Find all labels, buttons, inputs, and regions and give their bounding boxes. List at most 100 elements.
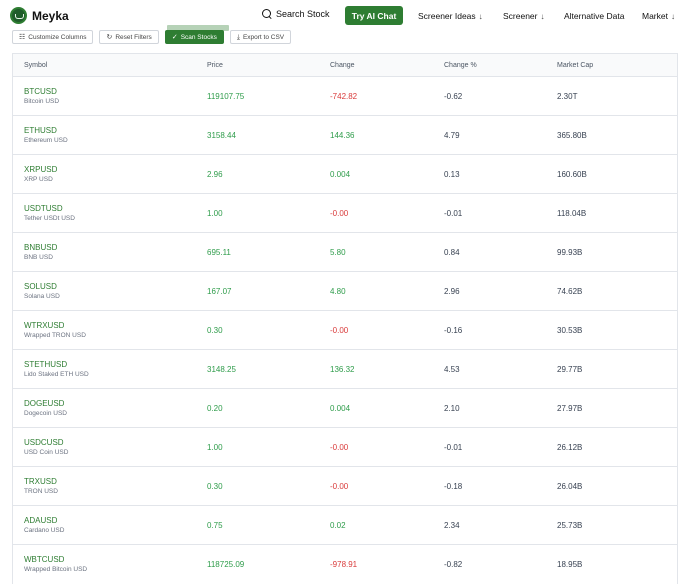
symbol-link[interactable]: ADAUSD: [24, 516, 207, 526]
change-cell: 0.004: [330, 403, 351, 413]
asset-name: USD Coin USD: [24, 448, 69, 456]
alternative-data-label: Alternative Data: [564, 11, 625, 21]
symbol-cell: XRPUSD XRP USD: [13, 165, 207, 184]
nav-screener-ideas[interactable]: Screener Ideas ↓: [418, 11, 483, 21]
asset-name: Solana USD: [24, 292, 60, 300]
scan-stocks-label: Scan Stocks: [180, 33, 217, 41]
symbol-link[interactable]: STETHUSD: [24, 360, 207, 370]
market-cap-cell: 99.93B: [557, 247, 583, 257]
search-stock-label: Search Stock: [276, 9, 330, 19]
asset-name: XRP USD: [24, 175, 53, 183]
scan-stocks-button[interactable]: ✓ Scan Stocks: [164, 30, 224, 44]
table-row[interactable]: TRXUSD TRON USD 0.30 -0.00 -0.18 26.04B: [13, 467, 677, 506]
export-csv-label: Export to CSV: [242, 33, 285, 41]
price-cell: 119107.75: [207, 91, 245, 101]
symbol-cell: USDTUSD Tether USDt USD: [13, 204, 207, 223]
price-cell: 2.96: [207, 169, 223, 179]
market-cap-cell: 26.04B: [557, 481, 583, 491]
table-row[interactable]: ADAUSD Cardano USD 0.75 0.02 2.34 25.73B: [13, 506, 677, 545]
scan-stocks-highlight: [166, 25, 229, 31]
price-cell: 1.00: [207, 208, 223, 218]
change-cell: 5.80: [330, 247, 346, 257]
table-row[interactable]: SOLUSD Solana USD 167.07 4.80 2.96 74.62B: [13, 272, 677, 311]
change-pct-cell: 4.53: [444, 364, 460, 374]
brand-logo-link[interactable]: Meyka: [10, 7, 69, 24]
table-row[interactable]: USDTUSD Tether USDt USD 1.00 -0.00 -0.01 118.…: [13, 194, 677, 233]
table-row[interactable]: WBTCUSD Wrapped Bitcoin USD 118725.09 -978.…: [13, 545, 677, 584]
change-cell: -0.00: [330, 208, 349, 218]
table-row[interactable]: DOGEUSD Dogecoin USD 0.20 0.004 2.10 27.97B: [13, 389, 677, 428]
header-change-pct[interactable]: Change %: [444, 62, 557, 69]
market-cap-cell: 160.60B: [557, 169, 587, 179]
search-stock-button[interactable]: Search Stock: [262, 9, 330, 19]
nav-alternative-data[interactable]: Alternative Data: [564, 11, 624, 21]
check-icon: ✓: [171, 33, 178, 41]
nav-market[interactable]: Market ↓: [642, 11, 675, 21]
reset-filters-label: Reset Filters: [115, 33, 152, 41]
header-price[interactable]: Price: [207, 62, 330, 69]
change-pct-cell: 0.84: [444, 247, 460, 257]
symbol-cell: SOLUSD Solana USD: [13, 282, 207, 301]
change-cell: 0.004: [330, 169, 351, 179]
reset-filters-button[interactable]: ↻ Reset Filters: [99, 30, 159, 44]
table-row[interactable]: XRPUSD XRP USD 2.96 0.004 0.13 160.60B: [13, 155, 677, 194]
symbol-link[interactable]: USDTUSD: [24, 204, 207, 214]
table-row[interactable]: WTRXUSD Wrapped TRON USD 0.30 -0.00 -0.16 30.…: [13, 311, 677, 350]
price-cell: 167.07: [207, 286, 232, 296]
try-ai-chat-button[interactable]: Try AI Chat: [345, 6, 403, 25]
symbol-link[interactable]: WTRXUSD: [24, 321, 207, 331]
table-row[interactable]: STETHUSD Lido Staked ETH USD 3148.25 136.32…: [13, 350, 677, 389]
symbol-cell: WTRXUSD Wrapped TRON USD: [13, 321, 207, 340]
change-pct-cell: 2.10: [444, 403, 460, 413]
price-cell: 695.11: [207, 247, 231, 257]
symbol-cell: BTCUSD Bitcoin USD: [13, 87, 207, 106]
symbol-link[interactable]: SOLUSD: [24, 282, 207, 292]
change-pct-cell: 4.79: [444, 130, 460, 140]
symbol-link[interactable]: TRXUSD: [24, 477, 207, 487]
nav-screener[interactable]: Screener ↓: [503, 11, 545, 21]
change-cell: -0.00: [330, 481, 349, 491]
header-change[interactable]: Change: [330, 62, 444, 69]
table-row[interactable]: USDCUSD USD Coin USD 1.00 -0.00 -0.01 26.12B: [13, 428, 677, 467]
arrow-down-icon: ↓: [478, 11, 483, 21]
market-cap-cell: 27.97B: [557, 403, 583, 413]
export-csv-button[interactable]: ⤓ Export to CSV: [229, 30, 292, 44]
asset-name: TRON USD: [24, 487, 58, 495]
table-header-row: Symbol Price Change Change % Market Cap: [13, 54, 677, 77]
table-row[interactable]: BNBUSD BNB USD 695.11 5.80 0.84 99.93B: [13, 233, 677, 272]
change-pct-cell: -0.01: [444, 208, 463, 218]
market-cap-cell: 30.53B: [557, 325, 583, 335]
price-cell: 1.00: [207, 442, 223, 452]
asset-name: Dogecoin USD: [24, 409, 67, 417]
change-pct-cell: -0.18: [444, 481, 463, 491]
symbol-link[interactable]: WBTCUSD: [24, 555, 207, 565]
customize-columns-label: Customize Columns: [28, 33, 87, 41]
arrow-down-icon: ↓: [540, 11, 545, 21]
change-cell: -0.00: [330, 442, 349, 452]
change-cell: 136.32: [330, 364, 355, 374]
symbol-link[interactable]: XRPUSD: [24, 165, 207, 175]
refresh-icon: ↻: [106, 33, 113, 41]
asset-name: Bitcoin USD: [24, 97, 60, 105]
market-cap-cell: 26.12B: [557, 442, 583, 452]
table-row[interactable]: ETHUSD Ethereum USD 3158.44 144.36 4.79 365.8…: [13, 116, 677, 155]
price-cell: 0.30: [207, 481, 223, 491]
symbol-link[interactable]: BNBUSD: [24, 243, 207, 253]
market-cap-cell: 25.73B: [557, 520, 583, 530]
market-cap-cell: 18.95B: [557, 560, 583, 569]
crypto-screener-table: Symbol Price Change Change % Market Cap …: [12, 53, 678, 584]
asset-name: Wrapped Bitcoin USD: [24, 566, 88, 573]
symbol-link[interactable]: BTCUSD: [24, 87, 207, 97]
symbol-link[interactable]: DOGEUSD: [24, 399, 207, 409]
header-symbol[interactable]: Symbol: [13, 62, 207, 69]
table-row[interactable]: BTCUSD Bitcoin USD 119107.75 -742.82 -0.62 2.…: [13, 77, 677, 116]
header-market-cap[interactable]: Market Cap: [557, 62, 667, 69]
customize-columns-button[interactable]: ☷ Customize Columns: [12, 30, 94, 44]
change-pct-cell: -0.82: [444, 560, 463, 569]
screener-ideas-label: Screener Ideas: [418, 11, 476, 21]
symbol-cell: ADAUSD Cardano USD: [13, 516, 207, 535]
search-icon: [262, 9, 272, 19]
symbol-link[interactable]: USDCUSD: [24, 438, 207, 448]
change-pct-cell: 2.34: [444, 520, 460, 530]
symbol-link[interactable]: ETHUSD: [24, 126, 207, 136]
